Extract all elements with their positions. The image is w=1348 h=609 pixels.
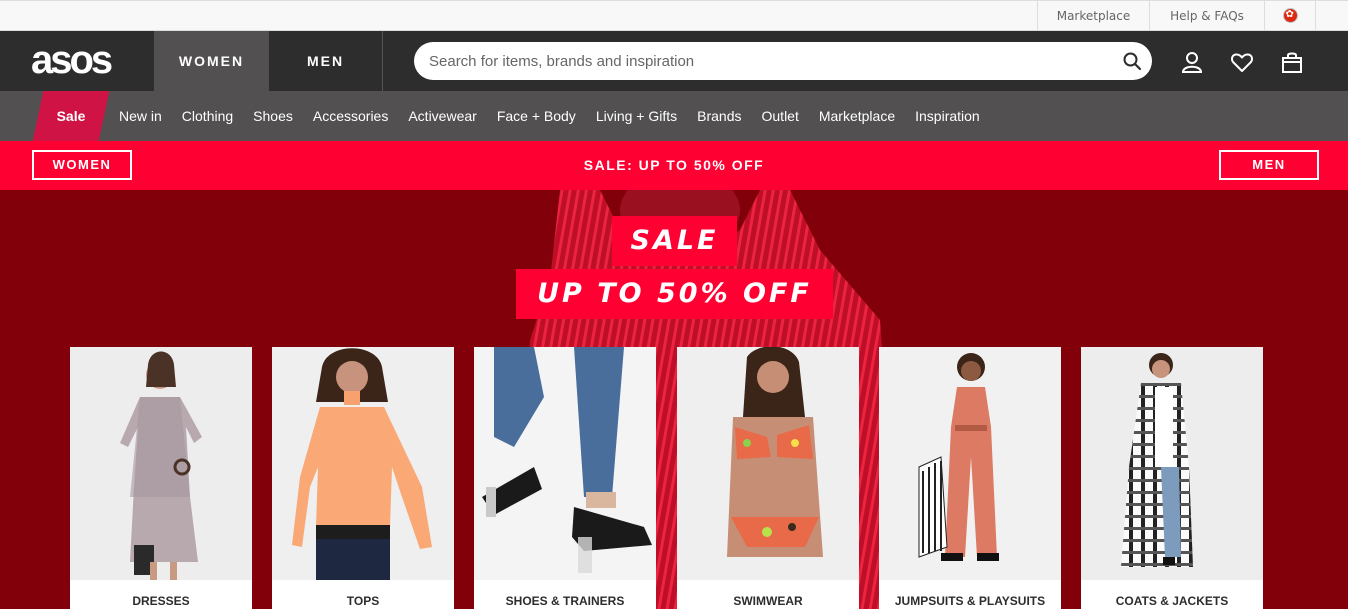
help-faqs-link[interactable]: Help & FAQs: [1149, 1, 1264, 31]
category-tile-coats-jackets[interactable]: COATS & JACKETS: [1081, 347, 1263, 609]
utility-bar: Marketplace Help & FAQs: [0, 0, 1348, 31]
promo-women-button[interactable]: WOMEN: [32, 150, 132, 180]
nav-item-new-in[interactable]: New in: [109, 91, 172, 141]
dresses-image: [70, 347, 252, 580]
hero-discount-heading: UP TO 50% OFF: [516, 269, 833, 319]
category-label-tops[interactable]: TOPS: [272, 580, 454, 609]
hero-banner[interactable]: SALE UP TO 50% OFF DRESSES TOPS SHOES & …: [0, 190, 1348, 609]
category-tile-jumpsuits-playsuits[interactable]: JUMPSUITS & PLAYSUITS: [879, 347, 1061, 609]
hong-kong-flag-icon: [1282, 7, 1298, 23]
jumpsuits-playsuits-image: [879, 347, 1061, 580]
category-nav: Sale New in Clothing Shoes Accessories A…: [0, 91, 1348, 141]
category-label-jumpsuits-playsuits[interactable]: JUMPSUITS & PLAYSUITS: [879, 580, 1061, 609]
promo-men-button[interactable]: MEN: [1219, 150, 1319, 180]
coats-jackets-image: [1081, 347, 1263, 580]
asos-logo[interactable]: asos: [31, 38, 113, 82]
tab-women[interactable]: WOMEN: [154, 31, 269, 91]
nav-item-shoes[interactable]: Shoes: [243, 91, 303, 141]
search-icon[interactable]: [1122, 51, 1142, 71]
nav-item-marketplace[interactable]: Marketplace: [809, 91, 905, 141]
category-label-swimwear[interactable]: SWIMWEAR: [677, 580, 859, 609]
hero-sale-heading: SALE: [612, 216, 737, 266]
bag-icon[interactable]: [1280, 50, 1304, 74]
search-bar: [414, 42, 1152, 80]
nav-item-clothing[interactable]: Clothing: [172, 91, 243, 141]
nav-item-brands[interactable]: Brands: [687, 91, 751, 141]
promo-text[interactable]: SALE: UP TO 50% OFF: [474, 141, 874, 190]
country-selector[interactable]: [1264, 1, 1316, 31]
category-tile-shoes-trainers[interactable]: SHOES & TRAINERS: [474, 347, 656, 609]
main-header: asos WOMEN MEN: [0, 31, 1348, 91]
search-input[interactable]: [429, 42, 1109, 80]
marketplace-link[interactable]: Marketplace: [1037, 1, 1149, 31]
account-icon[interactable]: [1180, 50, 1204, 74]
category-label-dresses[interactable]: DRESSES: [70, 580, 252, 609]
nav-item-face-body[interactable]: Face + Body: [487, 91, 586, 141]
nav-item-sale[interactable]: Sale: [38, 91, 104, 141]
category-tile-swimwear[interactable]: SWIMWEAR: [677, 347, 859, 609]
heart-icon[interactable]: [1230, 50, 1254, 74]
nav-item-inspiration[interactable]: Inspiration: [905, 91, 990, 141]
category-label-shoes-trainers[interactable]: SHOES & TRAINERS: [474, 580, 656, 609]
nav-item-living-gifts[interactable]: Living + Gifts: [586, 91, 687, 141]
swimwear-image: [677, 347, 859, 580]
category-tile-tops[interactable]: TOPS: [272, 347, 454, 609]
nav-item-outlet[interactable]: Outlet: [752, 91, 809, 141]
category-tile-dresses[interactable]: DRESSES: [70, 347, 252, 609]
tab-men[interactable]: MEN: [269, 31, 383, 91]
category-label-coats-jackets[interactable]: COATS & JACKETS: [1081, 580, 1263, 609]
nav-item-activewear[interactable]: Activewear: [398, 91, 486, 141]
shoes-trainers-image: [474, 347, 656, 580]
tops-image: [272, 347, 454, 580]
promo-banner: WOMEN SALE: UP TO 50% OFF MEN: [0, 141, 1348, 190]
category-list: New in Clothing Shoes Accessories Active…: [109, 91, 990, 141]
nav-item-accessories[interactable]: Accessories: [303, 91, 398, 141]
